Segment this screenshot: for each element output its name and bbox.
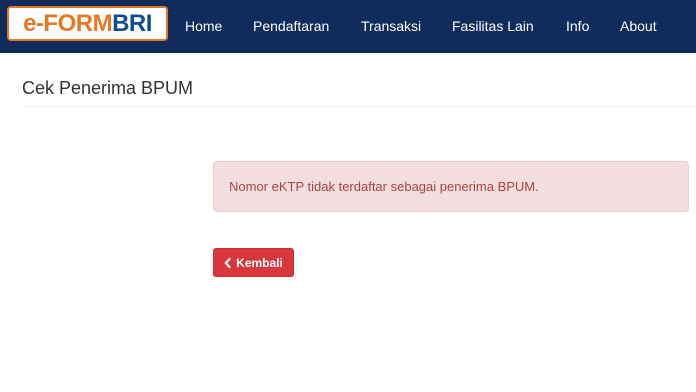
nav-fasilitas-lain[interactable]: Fasilitas Lain (452, 18, 534, 35)
nav-about[interactable]: About (620, 18, 657, 35)
top-navbar: e-FORM BRI Home Pendaftaran Transaksi Fas… (0, 0, 696, 53)
chevron-left-icon (224, 257, 231, 268)
logo-text-bri: BRI (112, 9, 152, 37)
back-button[interactable]: Kembali (213, 248, 294, 277)
nav-pendaftaran[interactable]: Pendaftaran (253, 18, 329, 35)
alert-message: Nomor eKTP tidak terdaftar sebagai pener… (229, 179, 539, 194)
nav-transaksi[interactable]: Transaksi (361, 18, 421, 35)
nav-home[interactable]: Home (185, 18, 222, 35)
title-divider (22, 106, 696, 107)
error-alert: Nomor eKTP tidak terdaftar sebagai pener… (213, 161, 689, 212)
nav-info[interactable]: Info (566, 18, 589, 35)
logo-text-eform: e-FORM (23, 9, 113, 37)
back-button-label: Kembali (236, 255, 283, 270)
eformbri-logo[interactable]: e-FORM BRI (7, 6, 168, 41)
page-title: Cek Penerima BPUM (22, 78, 194, 98)
